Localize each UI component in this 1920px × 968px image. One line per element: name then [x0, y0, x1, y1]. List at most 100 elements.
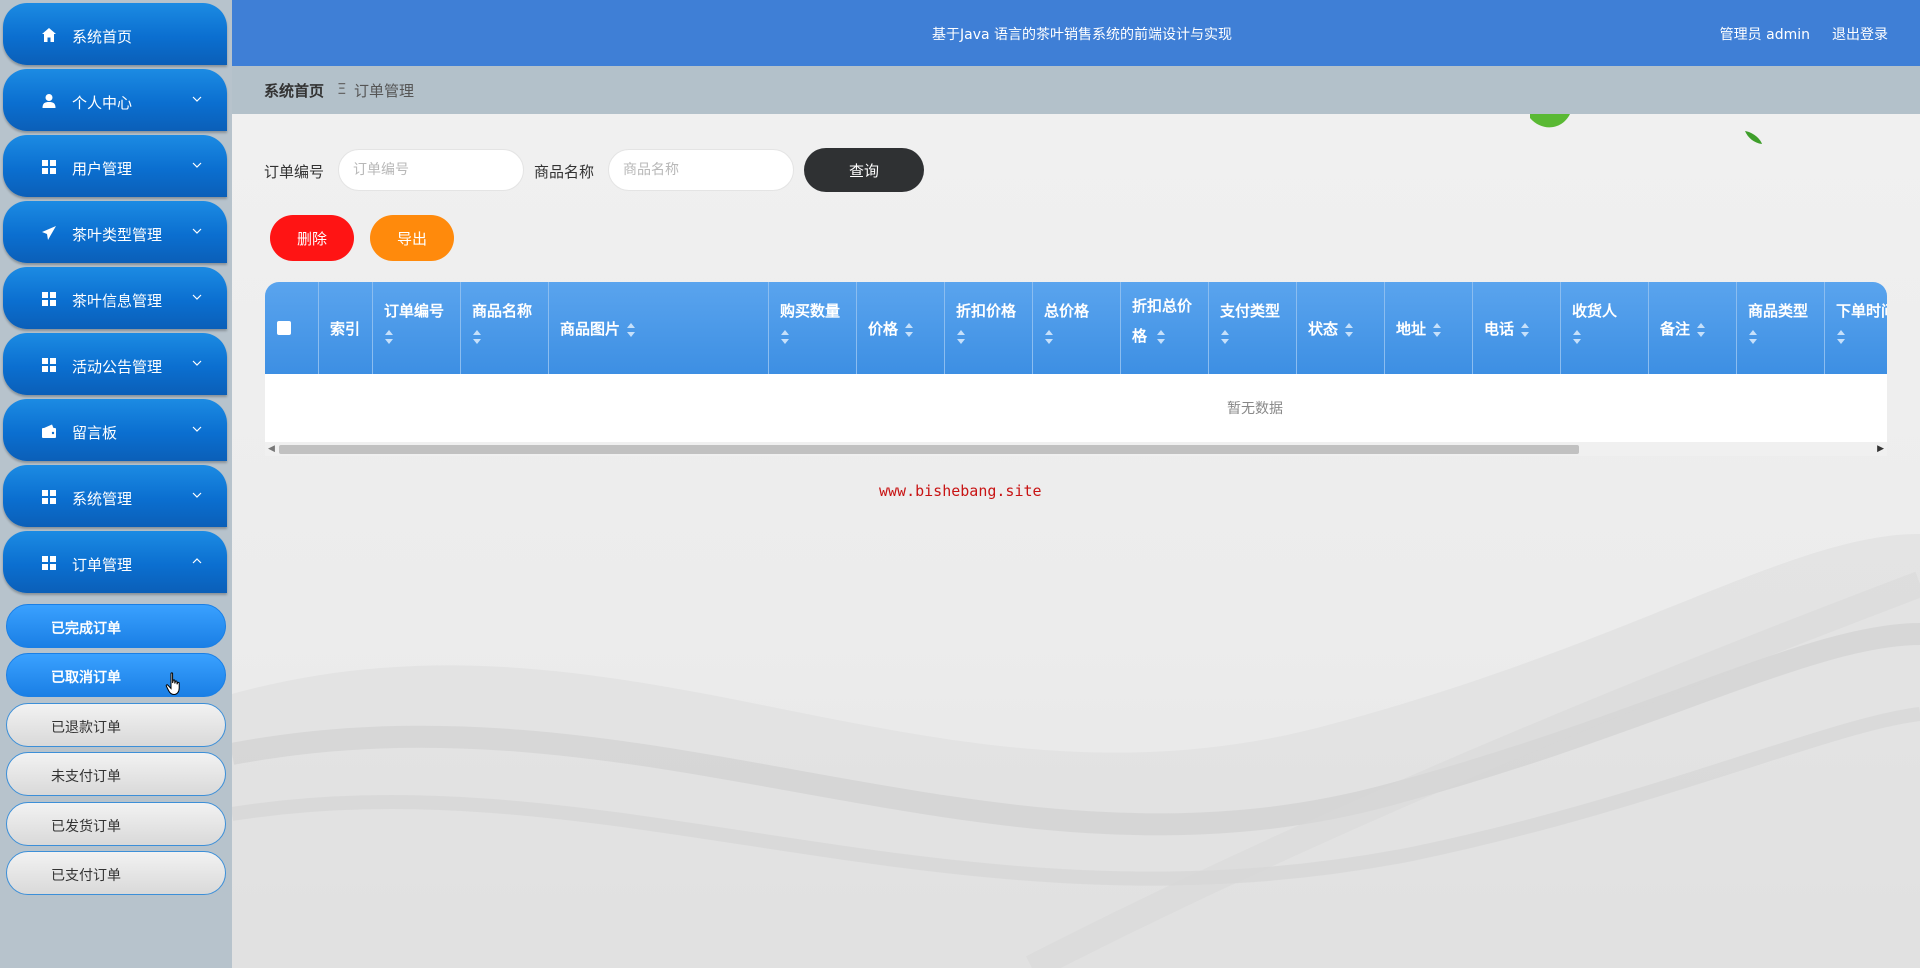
grid-icon [42, 490, 56, 504]
column-header[interactable]: 订单编号 [373, 282, 461, 374]
sidebar-subitem-shipped-orders[interactable]: 已发货订单 [6, 802, 226, 846]
grid-icon [42, 160, 56, 174]
column-header[interactable]: 商品类型 [1737, 282, 1825, 374]
top-header: 基于Java 语言的茶叶销售系统的前端设计与实现 管理员 admin 退出登录 [232, 0, 1920, 66]
column-header[interactable]: 收货人 [1561, 282, 1649, 374]
sidebar-subitem-paid-orders[interactable]: 已支付订单 [6, 851, 226, 895]
sort-icon[interactable] [1344, 322, 1354, 337]
column-header[interactable]: 折扣价格 [945, 282, 1033, 374]
table-header: 索引 订单编号 商品名称 商品图片 购买数量 价格 折扣价格 总价格 折扣总价格… [265, 282, 1887, 374]
sort-icon[interactable] [956, 330, 966, 344]
current-user: 管理员 admin [1719, 27, 1810, 43]
column-header[interactable]: 电话 [1473, 282, 1561, 374]
sort-icon[interactable] [1696, 322, 1706, 337]
sidebar-item-label: 系统首页 [72, 28, 133, 46]
sidebar-item-label: 用户管理 [72, 160, 133, 178]
home-icon [42, 28, 56, 42]
column-header[interactable]: 下单时间 [1825, 282, 1887, 374]
wallet-icon [42, 424, 56, 438]
leaf-icon [1745, 131, 1762, 144]
sidebar-subitem-unpaid-orders[interactable]: 未支付订单 [6, 752, 226, 796]
sidebar-subitem-refunded-orders[interactable]: 已退款订单 [6, 703, 226, 747]
product-name-label: 商品名称 [534, 163, 595, 181]
sidebar-item-label: 茶叶类型管理 [72, 226, 163, 244]
column-header-label: 索引 [330, 320, 361, 338]
sort-icon[interactable] [904, 322, 914, 337]
export-button[interactable]: 导出 [370, 215, 454, 261]
sidebar-item-label: 系统管理 [72, 490, 133, 508]
query-button[interactable]: 查询 [804, 148, 924, 192]
sidebar-item-announcements[interactable]: 活动公告管理 [3, 333, 227, 395]
scroll-right-icon[interactable]: ▶ [1877, 444, 1884, 454]
order-no-label: 订单编号 [264, 163, 325, 181]
column-header-label: 地址 [1396, 320, 1427, 338]
sort-icon[interactable] [1044, 330, 1054, 344]
sidebar-item-home[interactable]: 系统首页 [3, 3, 227, 65]
column-header[interactable]: 支付类型 [1209, 282, 1297, 374]
user-icon [42, 94, 56, 108]
sort-icon[interactable] [626, 322, 636, 337]
column-header-label: 商品图片 [560, 320, 621, 338]
sort-icon[interactable] [780, 330, 790, 344]
column-header[interactable]: 总价格 [1033, 282, 1121, 374]
breadcrumb-home[interactable]: 系统首页 [264, 80, 324, 101]
chevron-down-icon [192, 162, 202, 168]
chevron-down-icon [192, 426, 202, 432]
sidebar-item-system[interactable]: 系统管理 [3, 465, 227, 527]
background-swoosh-decoration [232, 534, 1920, 968]
column-header[interactable]: 商品图片 [549, 282, 769, 374]
scroll-left-icon[interactable]: ◀ [268, 444, 275, 454]
sidebar-subitem-completed-orders[interactable]: 已完成订单 [6, 604, 226, 648]
column-header-label: 收货人 [1572, 302, 1618, 320]
order-no-input[interactable] [338, 149, 524, 191]
column-header-label: 状态 [1308, 320, 1339, 338]
product-name-input[interactable] [608, 149, 794, 191]
horizontal-scrollbar[interactable]: ◀ ▶ [265, 442, 1887, 456]
column-header[interactable]: 购买数量 [769, 282, 857, 374]
delete-button[interactable]: 删除 [270, 215, 354, 261]
select-all-checkbox[interactable] [277, 321, 291, 335]
column-header[interactable]: 折扣总价格 [1121, 282, 1209, 374]
column-header[interactable]: 状态 [1297, 282, 1385, 374]
sidebar-subitem-cancelled-orders[interactable]: 已取消订单 [6, 653, 226, 697]
sort-icon[interactable] [1572, 330, 1582, 344]
sidebar-item-label: 茶叶信息管理 [72, 292, 163, 310]
sidebar-item-tea-info[interactable]: 茶叶信息管理 [3, 267, 227, 329]
sort-icon[interactable] [1220, 330, 1230, 344]
sidebar: 系统首页 个人中心 用户管理 茶叶类型管理 茶叶信息管理 活动公告管理 留言板 … [0, 0, 232, 968]
grid-icon [42, 358, 56, 372]
sort-icon[interactable] [1432, 322, 1442, 337]
grid-icon [42, 292, 56, 306]
sidebar-subitem-label: 未支付订单 [51, 769, 121, 785]
sort-icon[interactable] [1748, 330, 1758, 344]
table-body: 暂无数据 [265, 374, 1887, 442]
chevron-up-icon [192, 558, 202, 564]
main-content: 订单编号 商品名称 查询 删除 导出 索引 订单编号 商品名称 商品图片 购买数… [232, 114, 1920, 968]
sort-icon[interactable] [1156, 330, 1166, 344]
paper-plane-icon [42, 226, 56, 240]
empty-state-text: 暂无数据 [1227, 401, 1283, 417]
sidebar-subitem-label: 已退款订单 [51, 720, 121, 736]
column-header-label: 支付类型 [1220, 302, 1281, 320]
sidebar-item-users[interactable]: 用户管理 [3, 135, 227, 197]
sidebar-item-profile[interactable]: 个人中心 [3, 69, 227, 131]
column-header[interactable]: 商品名称 [461, 282, 549, 374]
sidebar-item-orders[interactable]: 订单管理 [3, 531, 227, 593]
sort-icon[interactable] [1836, 330, 1846, 344]
column-header[interactable]: 地址 [1385, 282, 1473, 374]
sidebar-subitem-label: 已取消订单 [51, 670, 121, 686]
sort-icon[interactable] [384, 330, 394, 344]
scrollbar-thumb[interactable] [279, 445, 1579, 454]
column-header[interactable]: 索引 [319, 282, 373, 374]
chevron-down-icon [192, 492, 202, 498]
sort-icon[interactable] [1520, 322, 1530, 337]
column-header[interactable]: 备注 [1649, 282, 1737, 374]
column-header[interactable]: 价格 [857, 282, 945, 374]
sidebar-subitem-label: 已支付订单 [51, 868, 121, 884]
sidebar-item-tea-types[interactable]: 茶叶类型管理 [3, 201, 227, 263]
sidebar-item-messages[interactable]: 留言板 [3, 399, 227, 461]
logout-link[interactable]: 退出登录 [1832, 24, 1888, 44]
sidebar-item-label: 活动公告管理 [72, 358, 163, 376]
sort-icon[interactable] [472, 330, 482, 344]
sidebar-subitem-label: 已发货订单 [51, 819, 121, 835]
